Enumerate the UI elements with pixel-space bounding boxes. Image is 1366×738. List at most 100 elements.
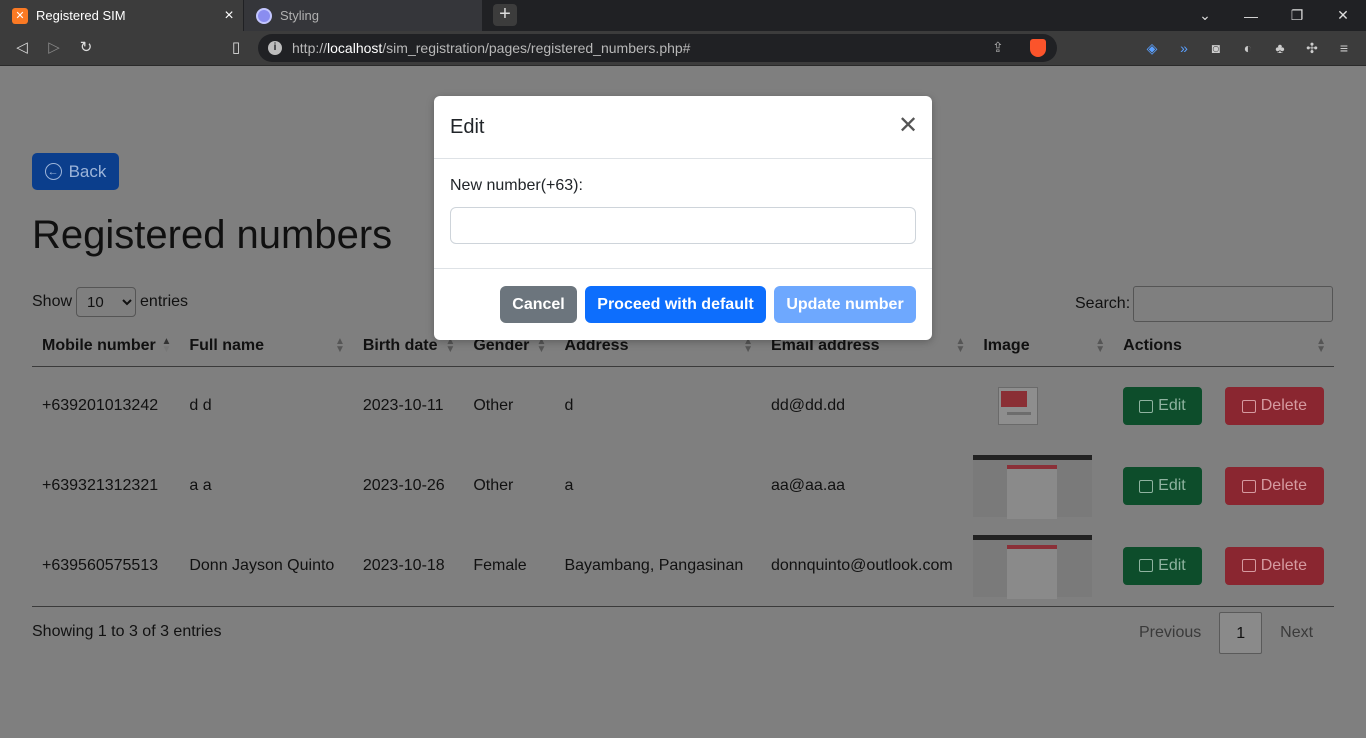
search-label: Search: (1075, 295, 1131, 312)
col-full-name[interactable]: Full name ▲ ▼ (179, 326, 353, 367)
close-tab-icon[interactable]: × (219, 7, 239, 25)
col-label: Full name (189, 336, 265, 354)
sort-icon: ▲ ▼ (1316, 336, 1326, 355)
sort-icon: ▲ ▼ (955, 336, 966, 355)
address-bar[interactable]: i http://localhost/sim_registration/page… (258, 34, 1057, 62)
close-window-button[interactable]: ✕ (1320, 0, 1366, 31)
close-icon[interactable]: ✕ (898, 114, 918, 138)
delete-label: Delete (1260, 556, 1307, 574)
search-control: Search: (1075, 286, 1334, 322)
brave-shields-icon[interactable] (1030, 39, 1046, 57)
back-label: Back (68, 161, 107, 181)
table-row: +639560575513 Donn Jayson Quinto 2023-10… (32, 526, 1334, 607)
col-actions[interactable]: Actions ▲ ▼ (1113, 326, 1334, 367)
tab-registered-sim[interactable]: ✕ Registered SIM × (0, 0, 243, 31)
col-image[interactable]: Image ▲ ▼ (973, 326, 1114, 367)
puzzle-figure-icon[interactable]: ♣ (1271, 39, 1289, 57)
proceed-with-default-button[interactable]: Proceed with default (585, 286, 766, 323)
archive-icon (1241, 399, 1256, 413)
back-nav-icon[interactable]: ◁ (11, 38, 33, 58)
new-tab-button[interactable]: + (493, 4, 517, 26)
arrow-left-circle-icon: ← (44, 163, 62, 180)
bitwarden-icon[interactable]: ◈ (1143, 39, 1161, 57)
cancel-button[interactable]: Cancel (500, 286, 577, 323)
cell-actions: Edit Delete (1113, 446, 1334, 526)
url-prefix: http:// (292, 40, 328, 56)
cell-image (973, 366, 1113, 446)
page-1-button[interactable]: 1 (1219, 612, 1263, 654)
extension-icon[interactable]: ◐ (1239, 39, 1257, 57)
pencil-square-icon (1139, 399, 1154, 413)
cell-gender: Other (473, 477, 514, 494)
tab-title: Registered SIM (36, 8, 126, 23)
extensions-icon[interactable]: ✣ (1303, 39, 1321, 57)
id-image-thumbnail[interactable] (998, 387, 1039, 426)
camera-icon[interactable]: ◙ (1207, 39, 1225, 57)
reload-icon[interactable]: ↻ (75, 38, 97, 58)
search-input[interactable] (1133, 286, 1334, 322)
page-title: Registered numbers (32, 213, 393, 257)
cell-image (973, 526, 1114, 607)
forward-nav-icon[interactable]: ▷ (43, 38, 65, 58)
url-text[interactable]: http://localhost/sim_registration/pages/… (292, 40, 690, 56)
id-image-thumbnail[interactable] (973, 534, 1093, 599)
archive-icon (1241, 559, 1256, 573)
pencil-square-icon (1139, 479, 1154, 493)
cell-email: aa@aa.aa (770, 477, 846, 494)
pagination: Previous 1 Next (1121, 612, 1331, 654)
table-row: +639201013242 d d 2023-10-11 Other d dd@… (32, 366, 1334, 446)
cell-mobile: +639321312321 (42, 477, 159, 494)
previous-page-button[interactable]: Previous (1121, 612, 1219, 654)
update-number-button[interactable]: Update number (774, 286, 916, 323)
registered-numbers-table: Mobile number ▲ ▼ Full name ▲ ▼ Birth date ▲ ▼… (32, 326, 1334, 607)
cell-gender: Female (463, 526, 555, 607)
sort-icon: ▲ ▼ (445, 336, 456, 355)
col-mobile-number[interactable]: Mobile number ▲ ▼ (32, 326, 180, 367)
cell-email: donnquinto@outlook.com (760, 526, 974, 607)
edit-button[interactable]: Edit (1123, 467, 1202, 505)
edit-button[interactable]: Edit (1123, 546, 1202, 585)
cell-mobile: +639560575513 (32, 526, 180, 607)
cell-gender: Other (473, 397, 514, 415)
length-control: Show 10 entries (32, 287, 188, 317)
menu-icon[interactable]: ≡ (1335, 39, 1353, 57)
new-number-input[interactable] (450, 207, 916, 244)
new-number-label: New number(+63): (450, 177, 583, 194)
tab-search-icon[interactable]: ⌄ (1182, 0, 1228, 31)
globe-icon (256, 7, 272, 24)
pencil-square-icon (1139, 559, 1154, 573)
id-image-thumbnail[interactable] (973, 455, 1093, 519)
tab-styling[interactable]: Styling (244, 0, 482, 31)
back-button[interactable]: ← Back (32, 153, 119, 190)
wireless-icon[interactable]: » (1175, 39, 1193, 57)
sort-asc-icon: ▲ ▼ (161, 336, 172, 355)
cell-birth: 2023-10-26 (362, 477, 445, 494)
cell-name: d d (189, 397, 212, 415)
delete-button[interactable]: Delete (1224, 387, 1324, 426)
col-label: Mobile number (42, 336, 156, 354)
cell-mobile: +639201013242 (42, 397, 159, 415)
bookmark-icon[interactable]: ▯ (225, 38, 247, 58)
sort-icon: ▲ ▼ (743, 336, 753, 355)
maximize-button[interactable]: ❐ (1274, 0, 1320, 31)
cell-actions: Edit Delete (1113, 366, 1334, 446)
tab-title: Styling (280, 8, 320, 23)
edit-button[interactable]: Edit (1123, 387, 1202, 426)
minimize-button[interactable]: — (1228, 0, 1274, 31)
cell-actions: Edit Delete (1113, 526, 1334, 607)
edit-modal: Edit ✕ New number(+63): Cancel Proceed w… (434, 96, 932, 340)
entries-label: entries (140, 293, 189, 310)
edit-label: Edit (1158, 477, 1186, 494)
site-info-icon[interactable]: i (268, 41, 282, 55)
delete-button[interactable]: Delete (1224, 467, 1324, 505)
share-icon[interactable]: ⇪ (992, 39, 1004, 56)
entries-select[interactable]: 10 (76, 287, 137, 317)
cell-birth: 2023-10-18 (352, 526, 464, 607)
browser-toolbar: ◁ ▷ ↻ ▯ i http://localhost/sim_registrat… (0, 31, 1366, 66)
modal-header: Edit ✕ (434, 96, 932, 159)
table-row: +639321312321 a a 2023-10-26 Other a aa@… (32, 446, 1334, 526)
cell-name: a a (189, 477, 212, 494)
xampp-icon: ✕ (12, 7, 28, 24)
delete-button[interactable]: Delete (1224, 546, 1324, 585)
next-page-button[interactable]: Next (1262, 612, 1331, 654)
